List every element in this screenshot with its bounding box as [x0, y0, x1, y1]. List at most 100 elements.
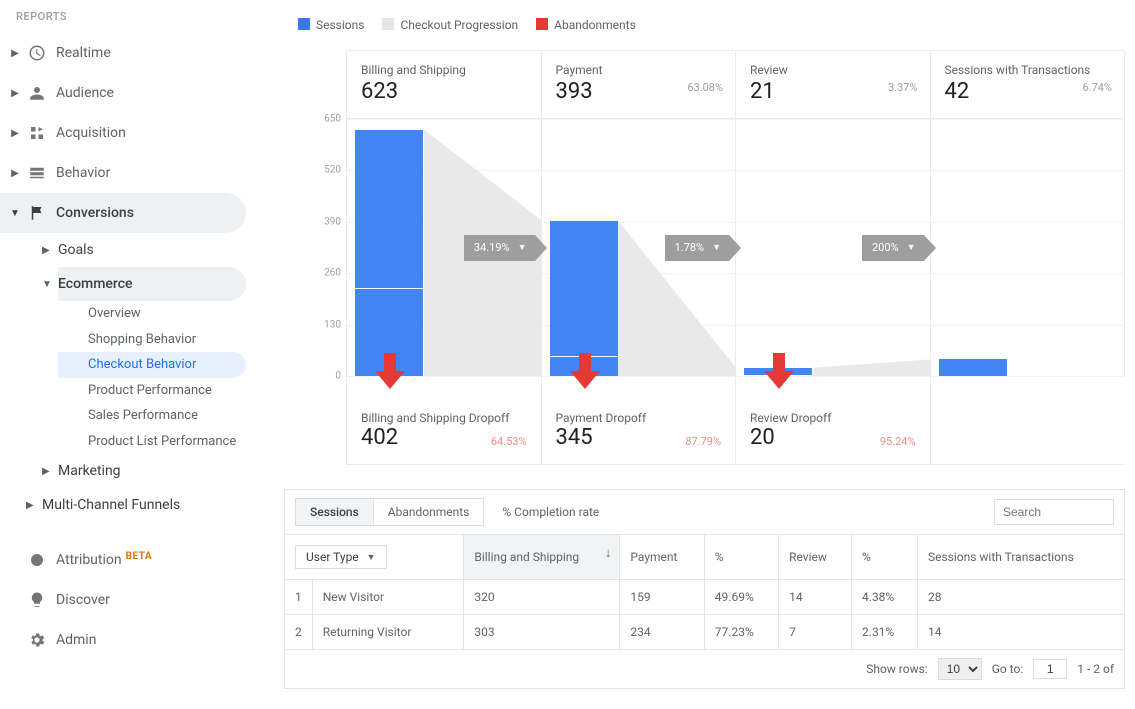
stage-header[interactable]: Payment 393 63.08% [542, 51, 737, 118]
progression-tag[interactable]: 34.19%▼ [464, 235, 535, 261]
stage-header[interactable]: Billing and Shipping 623 [347, 51, 542, 118]
col-billing[interactable]: Billing and Shipping ↓ [464, 535, 620, 580]
beta-badge: BETA [126, 551, 153, 562]
cell-billing: 303 [464, 615, 620, 650]
dropoff-cell[interactable]: Billing and Shipping Dropoff 402 64.53% [347, 377, 542, 464]
attribution-icon [26, 551, 48, 569]
arrow-down-icon [764, 353, 794, 389]
chevron-down-icon: ▼ [42, 279, 58, 290]
rows-select[interactable]: 10 [938, 658, 982, 680]
nav-audience[interactable]: ▶ Audience [0, 73, 260, 113]
bar-sessions[interactable] [355, 130, 423, 376]
subnav-multichannel[interactable]: ▶ Multi-Channel Funnels [42, 488, 260, 522]
progression-tag[interactable]: 200%▼ [862, 235, 924, 261]
cell-pct2: 2.31% [852, 615, 918, 650]
col-pct2[interactable]: % [852, 535, 918, 580]
stage-pct: 63.08% [687, 81, 723, 94]
person-icon [26, 84, 48, 102]
progression-tag[interactable]: 1.78% ▼ [665, 235, 729, 261]
nav-conversions[interactable]: ▼ Conversions [0, 193, 246, 233]
chart-column[interactable]: 34.19%▼ [347, 119, 542, 376]
nav-realtime[interactable]: ▶ Realtime [0, 33, 260, 73]
stage-header[interactable]: Sessions with Transactions 42 6.74% [931, 51, 1126, 118]
chevron-down-icon: ▼ [367, 552, 376, 563]
table-row[interactable]: 2Returning Visitor30323477.23%72.31%14 [285, 615, 1125, 650]
dropoff-cell[interactable]: Review Dropoff 20 95.24% [736, 377, 931, 464]
chevron-right-icon: ▶ [8, 48, 22, 59]
subnav-label: Multi-Channel Funnels [42, 497, 180, 513]
bar-sessions[interactable] [939, 359, 1007, 376]
leaf-product-performance[interactable]: Product Performance [58, 378, 260, 404]
chevron-right-icon: ▶ [8, 128, 22, 139]
nav-label: Conversions [56, 205, 134, 221]
legend-abandonments: Abandonments [536, 18, 636, 32]
table-search-input[interactable] [994, 499, 1114, 525]
nav-label: Discover [56, 592, 110, 608]
goto-input[interactable] [1033, 659, 1067, 679]
chart-column[interactable]: 200%▼ [736, 119, 931, 376]
acquisition-icon [26, 124, 48, 142]
stage-pct: 6.74% [1082, 81, 1112, 94]
nav-label: AttributionBETA [56, 552, 152, 568]
sidebar-header: REPORTS [0, 6, 260, 33]
leaf-shopping-behavior[interactable]: Shopping Behavior [58, 327, 260, 353]
stage-value: 623 [361, 79, 527, 104]
chevron-right-icon: ▶ [8, 168, 22, 179]
y-tick: 650 [324, 114, 341, 125]
completion-rate-link[interactable]: % Completion rate [502, 505, 599, 519]
subnav-goals[interactable]: ▶ Goals [58, 233, 260, 267]
dropoff-title: Billing and Shipping Dropoff [361, 411, 527, 425]
col-pct1[interactable]: % [704, 535, 778, 580]
y-tick: 130 [324, 319, 341, 330]
dimension-selector[interactable]: User Type ▼ [295, 545, 387, 569]
subnav-label: Goals [58, 242, 94, 258]
nav-discover[interactable]: Discover [0, 580, 260, 620]
leaf-sales-performance[interactable]: Sales Performance [58, 403, 260, 429]
stage-title: Review [750, 63, 916, 77]
table-toolbar: Sessions Abandonments % Completion rate [284, 489, 1125, 534]
chevron-right-icon: ▶ [26, 500, 42, 511]
subnav-label: Ecommerce [58, 276, 133, 292]
leaf-product-list-performance[interactable]: Product List Performance [58, 429, 260, 455]
dropoff-pct: 95.24% [880, 435, 916, 448]
tab-sessions[interactable]: Sessions [296, 499, 373, 525]
progression-tag-value: 1.78% [675, 241, 705, 254]
subnav-ecommerce[interactable]: ▼ Ecommerce [58, 267, 246, 301]
tab-abandonments[interactable]: Abandonments [373, 499, 484, 525]
cell-swt: 28 [917, 580, 1124, 615]
chevron-down-icon: ▼ [712, 242, 721, 253]
chart-legend: Sessions Checkout Progression Abandonmen… [298, 18, 1125, 32]
table-pager: Show rows: 10 Go to: 1 - 2 of [284, 650, 1125, 689]
nav-label: Acquisition [56, 125, 126, 141]
chart-column[interactable]: 1.78% ▼ [542, 119, 737, 376]
leaf-overview[interactable]: Overview [58, 301, 260, 327]
table-row[interactable]: 1New Visitor32015949.69%144.38%28 [285, 580, 1125, 615]
stage-title: Payment [556, 63, 722, 77]
chevron-right-icon: ▶ [42, 245, 58, 256]
col-payment[interactable]: Payment [620, 535, 704, 580]
cell-payment: 234 [620, 615, 704, 650]
cell-pct2: 4.38% [852, 580, 918, 615]
nav-admin[interactable]: Admin [0, 620, 260, 660]
chart-column[interactable] [931, 119, 1126, 376]
show-rows-label: Show rows: [866, 662, 927, 676]
col-sessions-with-transactions[interactable]: Sessions with Transactions [917, 535, 1124, 580]
behavior-icon [26, 164, 48, 182]
y-axis: 0130260390520650 [295, 119, 345, 376]
leaf-checkout-behavior[interactable]: Checkout Behavior [58, 352, 246, 378]
col-review[interactable]: Review [779, 535, 852, 580]
dropoff-pct: 87.79% [685, 435, 721, 448]
subnav-marketing[interactable]: ▶ Marketing [58, 454, 260, 488]
nav-behavior[interactable]: ▶ Behavior [0, 153, 260, 193]
range-label: 1 - 2 of [1077, 662, 1114, 676]
stage-title: Sessions with Transactions [945, 63, 1111, 77]
arrow-down-icon [375, 353, 405, 389]
metric-tabs: Sessions Abandonments [295, 498, 484, 526]
dropoff-cell[interactable]: Payment Dropoff 345 87.79% [542, 377, 737, 464]
stage-header[interactable]: Review 21 3.37% [736, 51, 931, 118]
dimension-label: User Type [306, 550, 359, 564]
nav-label: Behavior [56, 165, 110, 181]
nav-acquisition[interactable]: ▶ Acquisition [0, 113, 260, 153]
stage-pct: 3.37% [888, 81, 918, 94]
nav-attribution[interactable]: AttributionBETA [0, 540, 260, 580]
